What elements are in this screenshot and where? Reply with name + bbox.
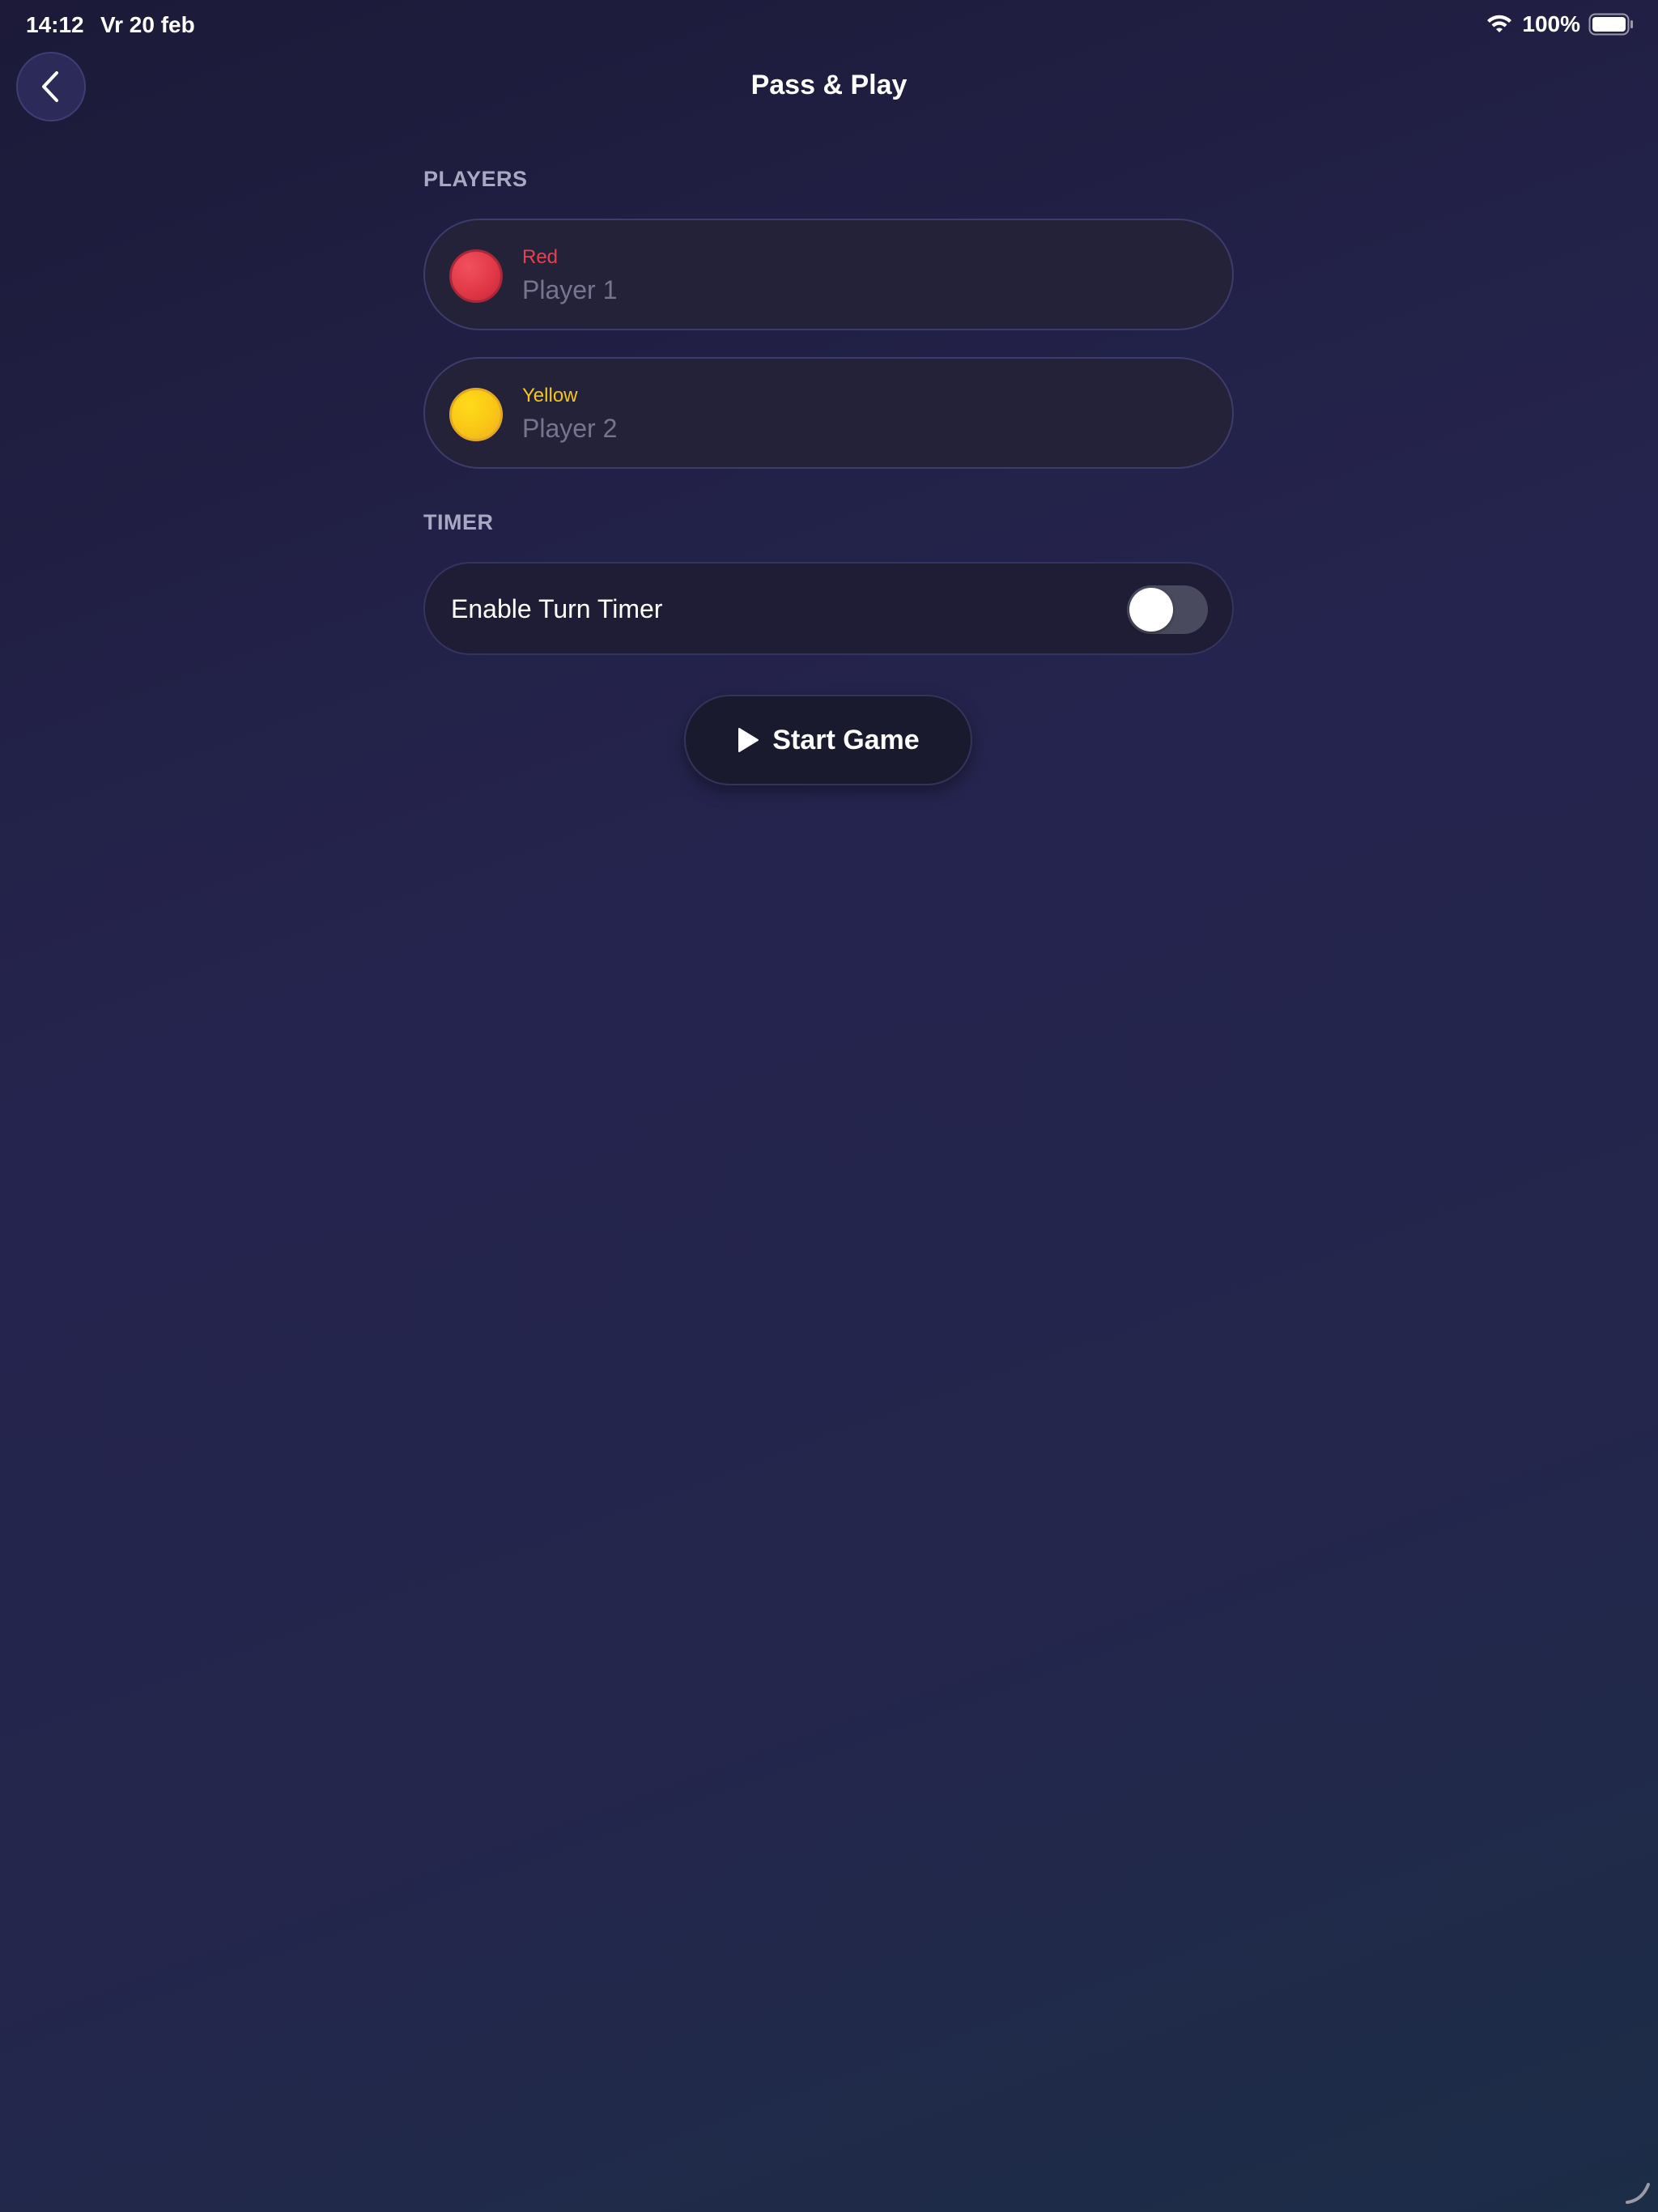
toggle-knob — [1129, 588, 1173, 632]
start-game-button[interactable]: Start Game — [684, 695, 972, 785]
wifi-icon — [1487, 15, 1512, 32]
player-color-label-red: Red — [522, 246, 559, 268]
resize-handle-icon[interactable] — [1624, 2178, 1652, 2206]
page-title: Pass & Play — [750, 70, 908, 100]
player-1-name-input[interactable] — [522, 272, 1186, 308]
battery-percent: 100% — [1522, 11, 1580, 36]
play-icon — [738, 728, 759, 752]
status-indicators: 100% — [1485, 11, 1634, 37]
players-section-label: PLAYERS — [423, 167, 528, 191]
yellow-token-icon — [449, 388, 503, 441]
battery-icon — [1588, 13, 1633, 36]
turn-timer-row: Enable Turn Timer — [423, 562, 1234, 655]
status-date: Vr 20 feb — [100, 12, 195, 37]
player-card-red[interactable]: Red — [423, 219, 1234, 330]
turn-timer-label: Enable Turn Timer — [451, 594, 663, 623]
player-card-yellow[interactable]: Yellow — [423, 357, 1234, 469]
player-color-label-yellow: Yellow — [522, 385, 578, 406]
player-2-name-input[interactable] — [522, 410, 1186, 446]
red-token-icon — [449, 249, 503, 303]
status-bar: 14:12 Vr 20 feb 100% — [0, 0, 1658, 50]
timer-section-label: TIMER — [423, 510, 494, 534]
turn-timer-toggle[interactable] — [1127, 585, 1208, 634]
start-game-label: Start Game — [772, 724, 920, 755]
status-time: 14:12 — [26, 12, 84, 37]
